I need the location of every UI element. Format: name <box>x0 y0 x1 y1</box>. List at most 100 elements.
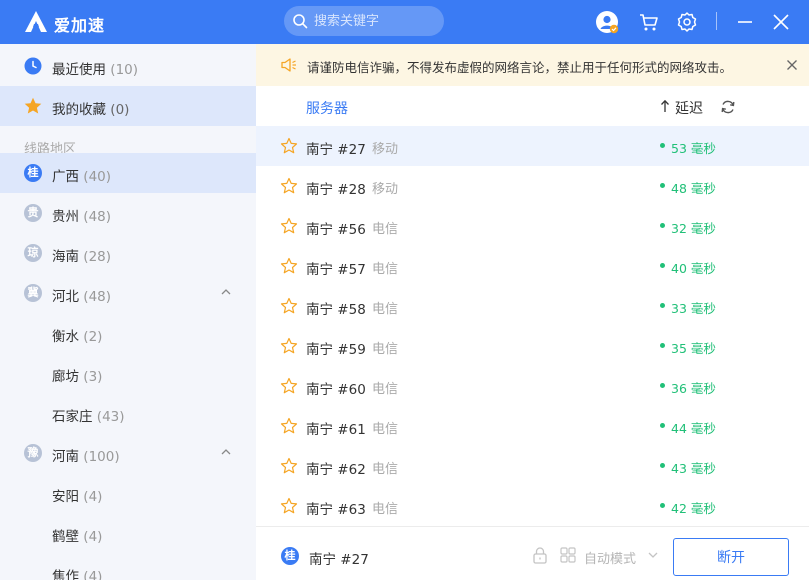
server-row[interactable]: 南宁 #57 电信 40 毫秒 <box>256 246 809 286</box>
lock-icon[interactable] <box>532 546 548 564</box>
column-header-server[interactable]: 服务器 <box>306 98 348 118</box>
server-name: 南宁 #61 <box>306 422 366 438</box>
server-name: 南宁 #57 <box>306 262 366 278</box>
sidebar-item-hengshui[interactable]: 衡水 (2) <box>0 313 256 353</box>
mode-grid-icon <box>560 547 576 563</box>
star-outline-icon[interactable] <box>280 377 298 395</box>
server-latency: 42 毫秒 <box>671 501 716 516</box>
disconnect-button[interactable]: 断开 <box>673 538 789 576</box>
sidebar-item-hainan[interactable]: 琼 海南 (28) <box>0 233 256 273</box>
server-row[interactable]: 南宁 #56 电信 32 毫秒 <box>256 206 809 246</box>
refresh-icon[interactable] <box>720 99 736 115</box>
server-latency: 35 毫秒 <box>671 341 716 356</box>
server-isp: 电信 <box>372 462 399 477</box>
sidebar-item-anyang[interactable]: 安阳 (4) <box>0 473 256 513</box>
server-row[interactable]: 南宁 #59 电信 35 毫秒 <box>256 326 809 366</box>
chevron-up-icon[interactable] <box>220 286 232 298</box>
sidebar-item-count: (0) <box>110 102 130 118</box>
latency-status-dot <box>660 303 665 308</box>
latency-status-dot <box>660 503 665 508</box>
server-isp: 电信 <box>372 262 399 277</box>
server-name: 南宁 #58 <box>306 302 366 318</box>
mode-select[interactable]: 自动模式 <box>584 548 636 567</box>
server-isp: 移动 <box>372 142 399 157</box>
latency-status-dot <box>660 463 665 468</box>
sidebar-item-langfang[interactable]: 廊坊 (3) <box>0 353 256 393</box>
chevron-down-icon[interactable] <box>648 551 658 559</box>
latency-status-dot <box>660 143 665 148</box>
server-name: 南宁 #62 <box>306 462 366 478</box>
sidebar-item-count: (40) <box>83 169 112 185</box>
star-outline-icon[interactable] <box>280 137 298 155</box>
sidebar-item-guangxi[interactable]: 桂 广西 (40) <box>0 153 256 193</box>
sidebar-item-count: (3) <box>83 369 103 385</box>
sort-arrow-up-icon[interactable] <box>660 99 670 113</box>
star-outline-icon[interactable] <box>280 217 298 235</box>
server-latency: 40 毫秒 <box>671 261 716 276</box>
sidebar-item-count: (2) <box>83 329 103 345</box>
search-box[interactable] <box>284 6 444 36</box>
server-row[interactable]: 南宁 #27 移动 53 毫秒 <box>256 126 809 166</box>
star-outline-icon[interactable] <box>280 257 298 275</box>
notice-banner: 请谨防电信诈骗，不得发布虚假的网络言论，禁止用于任何形式的网络攻击。 <box>256 44 809 86</box>
minimize-icon[interactable] <box>733 10 757 34</box>
server-row[interactable]: 南宁 #60 电信 36 毫秒 <box>256 366 809 406</box>
server-row[interactable]: 南宁 #62 电信 43 毫秒 <box>256 446 809 486</box>
column-header-latency[interactable]: 延迟 <box>675 98 703 118</box>
server-row[interactable]: 南宁 #28 移动 48 毫秒 <box>256 166 809 206</box>
sidebar-item-hebi[interactable]: 鹤壁 (4) <box>0 513 256 553</box>
main-panel: 请谨防电信诈骗，不得发布虚假的网络言论，禁止用于任何形式的网络攻击。 服务器 延… <box>256 44 809 580</box>
server-list-header: 服务器 延迟 <box>256 86 809 126</box>
server-isp: 电信 <box>372 382 399 397</box>
region-badge: 豫 <box>24 444 42 462</box>
server-row[interactable]: 南宁 #58 电信 33 毫秒 <box>256 286 809 326</box>
sidebar-item-count: (43) <box>96 409 125 425</box>
region-badge: 桂 <box>24 164 42 182</box>
clock-icon <box>24 57 42 75</box>
sidebar-item-hebei[interactable]: 冀 河北 (48) <box>0 273 256 313</box>
cart-icon[interactable] <box>637 10 661 34</box>
user-avatar-icon[interactable] <box>595 10 619 34</box>
sidebar-item-label: 廊坊 <box>52 369 79 385</box>
sidebar-item-label: 贵州 <box>52 209 79 225</box>
sidebar-item-count: (100) <box>83 449 120 465</box>
sidebar-item-label: 鹤壁 <box>52 529 79 545</box>
sidebar-item-label: 我的收藏 <box>52 102 106 118</box>
server-name: 南宁 #27 <box>306 142 366 158</box>
server-latency: 32 毫秒 <box>671 221 716 236</box>
search-input[interactable] <box>314 6 439 36</box>
close-icon[interactable] <box>769 10 793 34</box>
server-row[interactable]: 南宁 #61 电信 44 毫秒 <box>256 406 809 446</box>
notice-text: 请谨防电信诈骗，不得发布虚假的网络言论，禁止用于任何形式的网络攻击。 <box>307 60 733 75</box>
chevron-up-icon[interactable] <box>220 446 232 458</box>
sidebar-item-label: 海南 <box>52 249 79 265</box>
sidebar-item-guizhou[interactable]: 贵 贵州 (48) <box>0 193 256 233</box>
notice-close-icon[interactable] <box>786 59 798 71</box>
sidebar-item-count: (4) <box>83 489 103 505</box>
settings-gear-icon[interactable] <box>675 10 699 34</box>
star-outline-icon[interactable] <box>280 177 298 195</box>
sidebar-item-jiaozuo[interactable]: 焦作 (4) <box>0 553 256 580</box>
titlebar-divider <box>716 12 717 30</box>
sidebar-item-label: 衡水 <box>52 329 79 345</box>
sidebar-item-favorites[interactable]: 我的收藏 (0) <box>0 86 256 126</box>
star-outline-icon[interactable] <box>280 497 298 515</box>
server-latency: 53 毫秒 <box>671 141 716 156</box>
server-latency: 43 毫秒 <box>671 461 716 476</box>
title-bar: 爱加速 <box>0 0 809 44</box>
star-outline-icon[interactable] <box>280 457 298 475</box>
sidebar-item-count: (28) <box>83 249 112 265</box>
server-name: 南宁 #59 <box>306 342 366 358</box>
connection-footer: 桂 南宁 #27 自动模式 断开 <box>256 526 809 580</box>
latency-status-dot <box>660 183 665 188</box>
sidebar-item-shijiazhuang[interactable]: 石家庄 (43) <box>0 393 256 433</box>
region-badge: 冀 <box>24 284 42 302</box>
sidebar-item-henan[interactable]: 豫 河南 (100) <box>0 433 256 473</box>
region-badge: 琼 <box>24 244 42 262</box>
star-outline-icon[interactable] <box>280 417 298 435</box>
server-latency: 36 毫秒 <box>671 381 716 396</box>
server-row[interactable]: 南宁 #63 电信 42 毫秒 <box>256 486 809 526</box>
star-outline-icon[interactable] <box>280 337 298 355</box>
star-outline-icon[interactable] <box>280 297 298 315</box>
sidebar-item-recent[interactable]: 最近使用 (10) <box>0 46 256 86</box>
